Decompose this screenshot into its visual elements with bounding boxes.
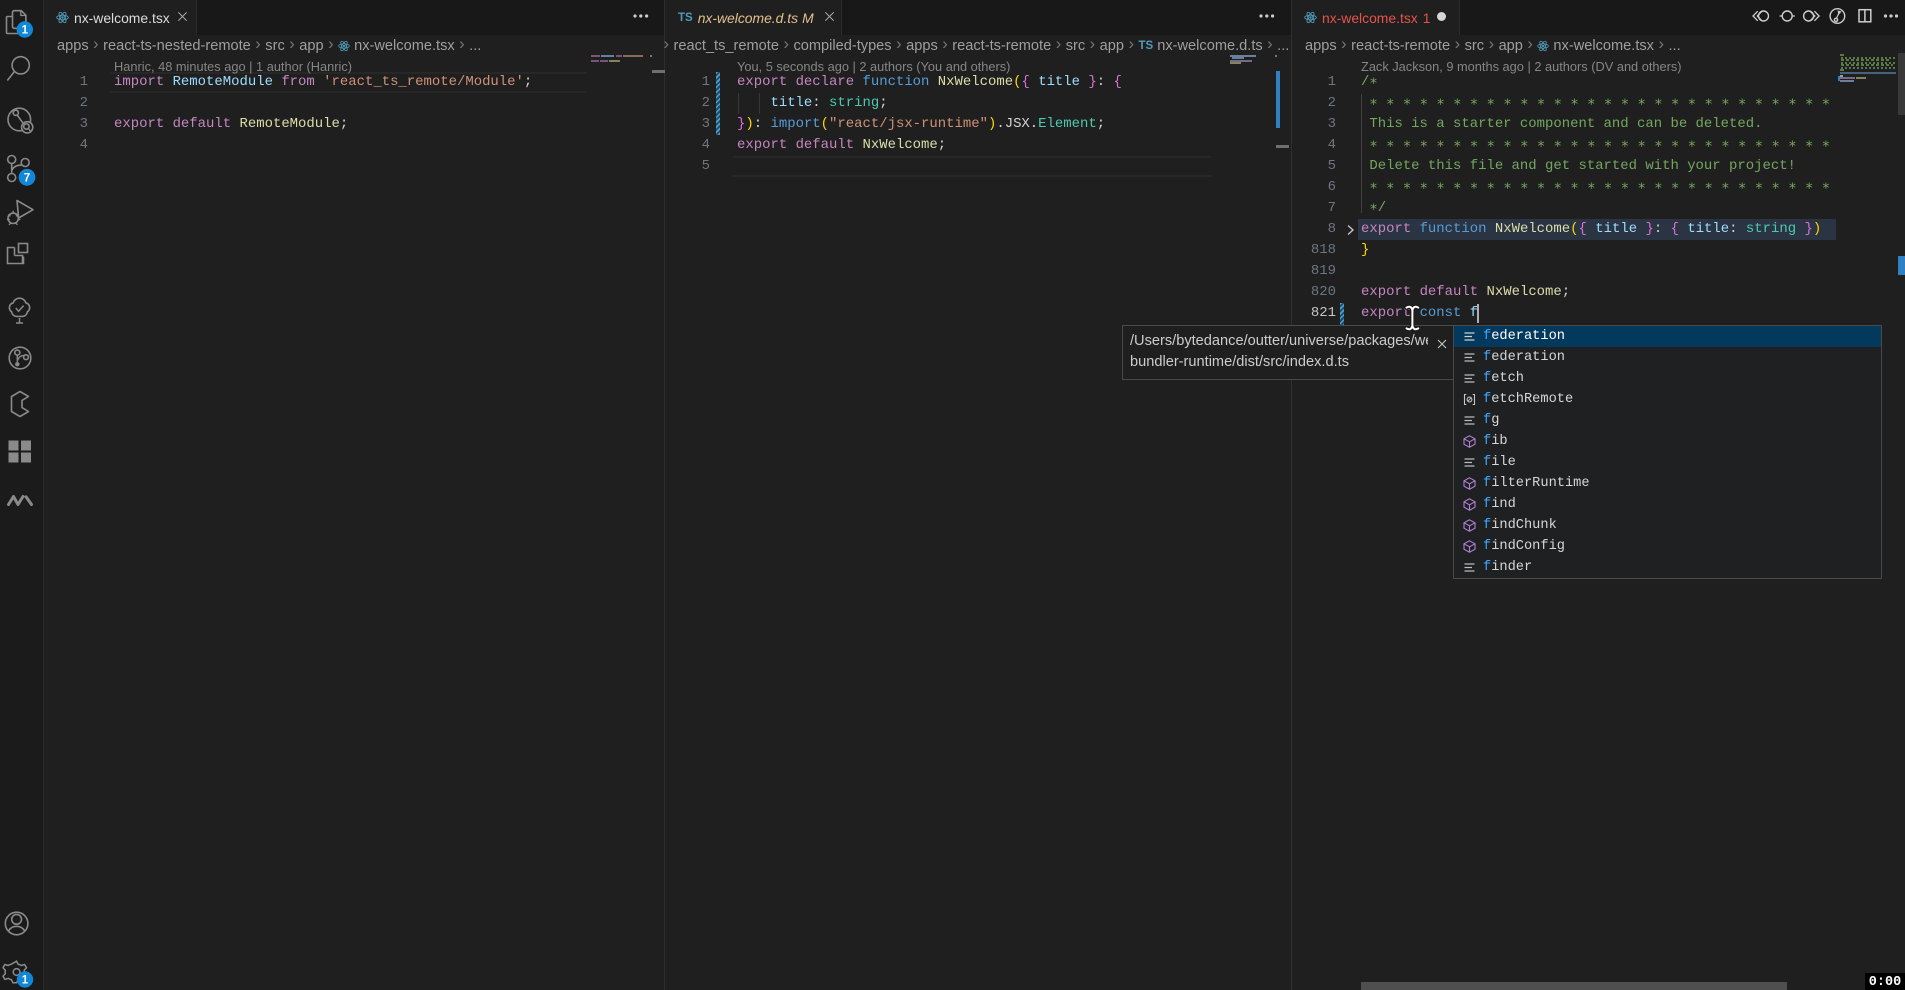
svg-text:7: 7 <box>24 172 30 184</box>
svg-text:1: 1 <box>22 25 29 37</box>
svg-text:1: 1 <box>22 975 29 987</box>
